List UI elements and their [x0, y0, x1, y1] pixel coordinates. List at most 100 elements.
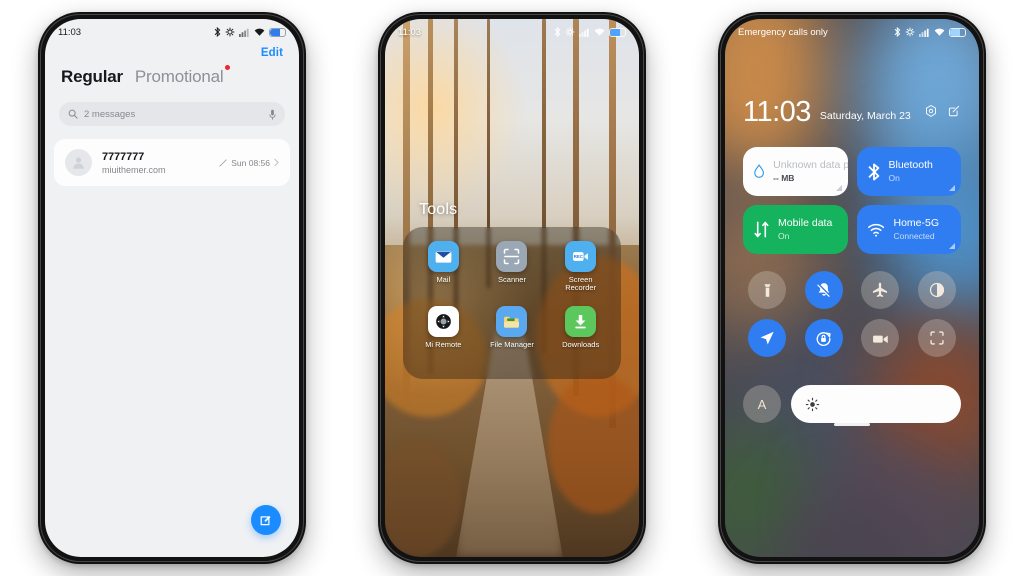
app-mail[interactable]: Mail: [409, 241, 478, 306]
tab-regular[interactable]: Regular: [61, 67, 123, 87]
wifi-icon: [934, 28, 945, 36]
status-bar-icons: [554, 27, 626, 37]
settings-icon: [565, 27, 575, 37]
messages-screen: 11:03 Edit Regular Promotional 2 message…: [45, 19, 299, 557]
quick-settings-tiles: Unknown data plan -- MB Bluetooth On: [743, 147, 961, 254]
clock-time: 11:03: [743, 96, 811, 128]
bluetooth-icon: [867, 163, 879, 180]
toggle-dark-mode[interactable]: [917, 271, 956, 309]
mobile-data-icon: [754, 221, 769, 238]
tile-expand-corner[interactable]: [949, 243, 955, 249]
microphone-icon: [269, 109, 276, 120]
control-center-screen: Emergency calls only 11:03 Saturday, Mar…: [725, 19, 979, 557]
status-bar-icons: [894, 27, 966, 37]
tile-title: Mobile data: [778, 217, 833, 230]
tile-wifi[interactable]: Home-5G Connected: [856, 205, 961, 254]
folder-panel: Mail Scanner REC Screen Recorder Mi Remo…: [403, 227, 621, 379]
carrier-label: Emergency calls only: [738, 26, 828, 38]
tile-subtitle: Connected: [893, 230, 935, 241]
conversation-row[interactable]: 7777777 miuithemer.com Sun 08:56: [54, 139, 290, 186]
home-indicator: [834, 423, 870, 426]
tile-mobile-data[interactable]: Mobile data On: [743, 205, 848, 254]
status-bar: Emergency calls only: [725, 19, 979, 45]
toggle-airplane-mode[interactable]: [861, 271, 900, 309]
tile-title: Unknown data plan: [773, 159, 848, 172]
app-screen-recorder[interactable]: REC Screen Recorder: [546, 241, 615, 306]
clock-row: 11:03 Saturday, March 23: [743, 96, 961, 128]
app-label: Mail: [436, 275, 451, 284]
signal-icon: [239, 28, 249, 37]
app-label: Scanner: [498, 275, 526, 284]
silent-mode-icon: [816, 282, 832, 298]
wifi-icon: [867, 223, 884, 237]
bluetooth-icon: [894, 27, 901, 37]
bluetooth-icon: [554, 27, 561, 37]
screen-recorder-icon: REC: [565, 241, 597, 272]
compose-button[interactable]: [251, 505, 281, 535]
tile-expand-corner[interactable]: [949, 185, 955, 191]
tile-data-plan[interactable]: Unknown data plan -- MB: [743, 147, 848, 196]
phone-control-center: Emergency calls only 11:03 Saturday, Mar…: [718, 12, 986, 564]
avatar: [65, 149, 92, 176]
clock-date: Saturday, March 23: [819, 110, 911, 123]
tab-promotional[interactable]: Promotional: [135, 65, 231, 87]
tile-subtitle: -- MB: [773, 172, 795, 183]
quick-toggles: [743, 271, 961, 357]
edit-button[interactable]: Edit: [261, 47, 283, 59]
app-mi-remote[interactable]: Mi Remote: [409, 306, 478, 371]
battery-icon: [949, 27, 966, 37]
auto-brightness-button[interactable]: A: [743, 385, 781, 423]
brightness-slider[interactable]: [791, 385, 961, 423]
edit-icon[interactable]: [947, 104, 961, 125]
conversation-time: Sun 08:56: [231, 157, 270, 168]
wifi-icon: [594, 28, 605, 36]
app-label: Downloads: [562, 340, 600, 349]
dark-mode-icon: [929, 282, 944, 298]
folder-title: Tools: [419, 201, 458, 218]
tile-expand-corner[interactable]: [835, 185, 842, 191]
chevron-right-icon: [274, 158, 279, 167]
bluetooth-icon: [214, 27, 221, 37]
settings-icon: [905, 27, 915, 37]
toggle-screenshot[interactable]: [917, 319, 956, 357]
message-tabs: Regular Promotional: [61, 65, 283, 87]
file-manager-icon: [496, 306, 528, 337]
tile-bluetooth[interactable]: Bluetooth On: [856, 147, 961, 196]
toggle-silent-mode[interactable]: [804, 271, 843, 309]
search-placeholder: 2 messages: [84, 108, 136, 120]
tile-subtitle: On: [778, 230, 790, 241]
app-scanner[interactable]: Scanner: [478, 241, 547, 306]
screenshot-icon: [930, 331, 944, 345]
search-input[interactable]: 2 messages: [59, 102, 285, 126]
status-bar-icons: [214, 27, 286, 37]
app-file-manager[interactable]: File Manager: [478, 306, 547, 371]
toggle-screen-recorder[interactable]: [861, 319, 900, 357]
promotional-badge-dot: [225, 65, 231, 70]
phone-messages-app: 11:03 Edit Regular Promotional 2 message…: [38, 12, 306, 564]
status-bar: 11:03: [45, 19, 299, 45]
toggle-location[interactable]: [748, 319, 787, 357]
app-label: Mi Remote: [425, 340, 462, 349]
mail-icon: [427, 241, 459, 272]
toggle-rotation-lock[interactable]: [804, 319, 843, 357]
home-screen: 11:03 Tools Mail Scanner REC Screen Reco…: [385, 19, 639, 557]
conversation-meta: Sun 08:56: [219, 158, 279, 168]
pencil-icon: [219, 158, 227, 167]
airplane-mode-icon: [873, 282, 888, 298]
app-downloads[interactable]: Downloads: [546, 306, 615, 371]
status-bar-time: 11:03: [58, 26, 82, 38]
person-icon: [73, 157, 84, 169]
rotation-lock-icon: [816, 331, 831, 346]
app-label: Screen Recorder: [565, 275, 597, 293]
tile-title: Bluetooth: [888, 159, 933, 172]
location-icon: [760, 331, 774, 345]
phone-home-screen: 11:03 Tools Mail Scanner REC Screen Reco…: [378, 12, 646, 564]
brightness-sun-icon: [805, 397, 820, 411]
signal-icon: [919, 28, 929, 37]
screenshot-stage: 11:03 Edit Regular Promotional 2 message…: [0, 0, 1024, 576]
toggle-flashlight[interactable]: [748, 271, 787, 309]
search-icon: [68, 109, 78, 119]
settings-icon: [225, 27, 235, 37]
svg-text:REC: REC: [574, 254, 584, 259]
settings-gear-icon[interactable]: [924, 104, 938, 125]
